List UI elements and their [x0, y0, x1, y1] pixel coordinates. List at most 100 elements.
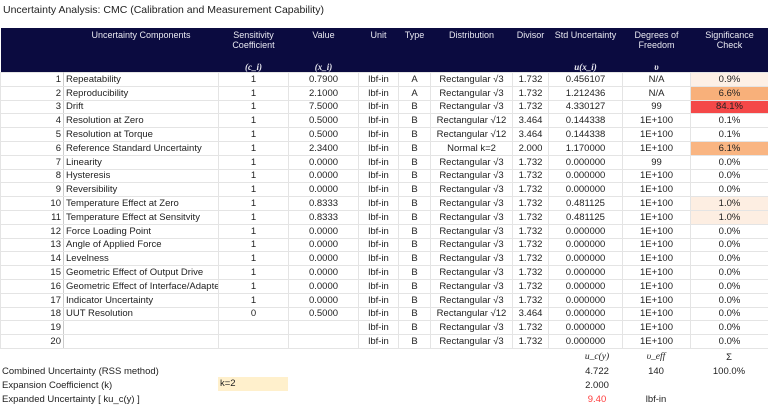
unit-cell[interactable]: lbf-in: [358, 113, 399, 129]
unit-cell[interactable]: lbf-in: [358, 237, 399, 253]
unit-cell[interactable]: lbf-in: [358, 85, 399, 101]
value-cell[interactable]: 7.5000: [288, 99, 359, 115]
distribution-cell[interactable]: Rectangular √3: [430, 154, 513, 170]
dof-cell[interactable]: 1E+100: [622, 334, 691, 349]
dof-cell[interactable]: 1E+100: [622, 320, 691, 336]
distribution-cell[interactable]: Normal k=2: [430, 140, 513, 156]
component-name[interactable]: Temperature Effect at Zero: [63, 196, 219, 211]
value-cell[interactable]: 0.0000: [288, 154, 359, 170]
row-number[interactable]: 20: [0, 334, 64, 349]
component-name[interactable]: Drift: [63, 99, 219, 115]
component-name[interactable]: UUT Resolution: [63, 306, 219, 322]
type-cell[interactable]: B: [398, 196, 431, 211]
value-cell[interactable]: [288, 320, 359, 336]
type-cell[interactable]: B: [398, 306, 431, 322]
std-uncertainty-cell[interactable]: 0.000000: [548, 334, 623, 349]
std-uncertainty-cell[interactable]: 0.000000: [548, 320, 623, 336]
distribution-cell[interactable]: Rectangular √12: [430, 306, 513, 322]
unit-cell[interactable]: lbf-in: [358, 251, 399, 267]
component-name[interactable]: Reversibility: [63, 182, 219, 198]
value-cell[interactable]: 0.8333: [288, 209, 359, 225]
dof-cell[interactable]: 1E+100: [622, 306, 691, 322]
unit-cell[interactable]: lbf-in: [358, 223, 399, 239]
value-cell[interactable]: 2.3400: [288, 140, 359, 156]
row-number[interactable]: 9: [0, 182, 64, 198]
value-cell[interactable]: 0.0000: [288, 278, 359, 294]
dof-cell[interactable]: 1E+100: [622, 292, 691, 308]
distribution-cell[interactable]: Rectangular √3: [430, 85, 513, 101]
std-uncertainty-cell[interactable]: 4.330127: [548, 99, 623, 115]
unit-cell[interactable]: lbf-in: [358, 209, 399, 225]
divisor-cell[interactable]: 1.732: [512, 154, 549, 170]
distribution-cell[interactable]: Rectangular √3: [430, 334, 513, 349]
significance-cell[interactable]: 0.0%: [690, 320, 768, 336]
row-number[interactable]: 13: [0, 237, 64, 253]
row-number[interactable]: 4: [0, 113, 64, 129]
unit-cell[interactable]: lbf-in: [358, 72, 399, 87]
sensitivity-cell[interactable]: [218, 320, 289, 336]
significance-cell[interactable]: 6.1%: [690, 140, 768, 156]
distribution-cell[interactable]: Rectangular √3: [430, 251, 513, 267]
dof-cell[interactable]: 1E+100: [622, 265, 691, 280]
distribution-cell[interactable]: Rectangular √3: [430, 196, 513, 211]
divisor-cell[interactable]: 1.732: [512, 237, 549, 253]
dof-cell[interactable]: 99: [622, 154, 691, 170]
row-number[interactable]: 11: [0, 209, 64, 225]
std-uncertainty-cell[interactable]: 0.000000: [548, 154, 623, 170]
std-uncertainty-cell[interactable]: 0.481125: [548, 209, 623, 225]
divisor-cell[interactable]: 3.464: [512, 306, 549, 322]
std-uncertainty-cell[interactable]: 0.000000: [548, 251, 623, 267]
dof-cell[interactable]: 1E+100: [622, 140, 691, 156]
component-name[interactable]: Geometric Effect of Interface/Adapter: [63, 278, 219, 294]
row-number[interactable]: 15: [0, 265, 64, 280]
divisor-cell[interactable]: 1.732: [512, 251, 549, 267]
k-input[interactable]: k=2: [218, 377, 288, 391]
component-name[interactable]: Hysteresis: [63, 168, 219, 184]
row-number[interactable]: 1: [0, 72, 64, 87]
unit-cell[interactable]: lbf-in: [358, 168, 399, 184]
std-uncertainty-cell[interactable]: 1.170000: [548, 140, 623, 156]
std-uncertainty-cell[interactable]: 0.000000: [548, 278, 623, 294]
distribution-cell[interactable]: Rectangular √3: [430, 223, 513, 239]
value-cell[interactable]: 0.8333: [288, 196, 359, 211]
significance-cell[interactable]: 84.1%: [690, 99, 768, 115]
distribution-cell[interactable]: Rectangular √3: [430, 182, 513, 198]
component-name[interactable]: Temperature Effect at Sensitvity: [63, 209, 219, 225]
component-name[interactable]: Resolution at Zero: [63, 113, 219, 129]
type-cell[interactable]: B: [398, 154, 431, 170]
std-uncertainty-cell[interactable]: 0.000000: [548, 182, 623, 198]
sensitivity-cell[interactable]: 1: [218, 85, 289, 101]
row-number[interactable]: 8: [0, 168, 64, 184]
row-number[interactable]: 2: [0, 85, 64, 101]
sensitivity-cell[interactable]: 1: [218, 182, 289, 198]
component-name[interactable]: Reproducibility: [63, 85, 219, 101]
type-cell[interactable]: B: [398, 292, 431, 308]
unit-cell[interactable]: lbf-in: [358, 182, 399, 198]
divisor-cell[interactable]: 1.732: [512, 85, 549, 101]
row-number[interactable]: 3: [0, 99, 64, 115]
divisor-cell[interactable]: 1.732: [512, 72, 549, 87]
std-uncertainty-cell[interactable]: 0.144338: [548, 113, 623, 129]
distribution-cell[interactable]: Rectangular √3: [430, 320, 513, 336]
value-cell[interactable]: 0.5000: [288, 127, 359, 142]
type-cell[interactable]: B: [398, 320, 431, 336]
value-cell[interactable]: 0.0000: [288, 168, 359, 184]
sensitivity-cell[interactable]: 1: [218, 237, 289, 253]
value-cell[interactable]: 0.0000: [288, 237, 359, 253]
significance-cell[interactable]: 0.0%: [690, 168, 768, 184]
row-number[interactable]: 19: [0, 320, 64, 336]
dof-cell[interactable]: 1E+100: [622, 278, 691, 294]
significance-cell[interactable]: 0.0%: [690, 278, 768, 294]
dof-cell[interactable]: 1E+100: [622, 168, 691, 184]
dof-cell[interactable]: 1E+100: [622, 209, 691, 225]
significance-cell[interactable]: 6.6%: [690, 85, 768, 101]
value-cell[interactable]: 0.0000: [288, 223, 359, 239]
distribution-cell[interactable]: Rectangular √3: [430, 209, 513, 225]
divisor-cell[interactable]: 1.732: [512, 265, 549, 280]
distribution-cell[interactable]: Rectangular √12: [430, 127, 513, 142]
component-name[interactable]: Resolution at Torque: [63, 127, 219, 142]
row-number[interactable]: 7: [0, 154, 64, 170]
std-uncertainty-cell[interactable]: 0.144338: [548, 127, 623, 142]
unit-cell[interactable]: lbf-in: [358, 196, 399, 211]
row-number[interactable]: 18: [0, 306, 64, 322]
